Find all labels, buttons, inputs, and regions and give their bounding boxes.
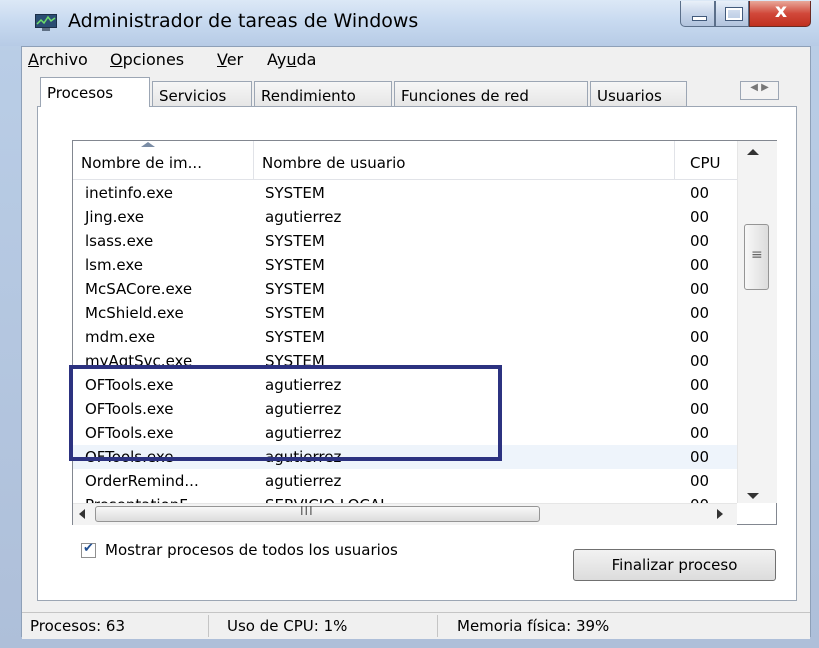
menu-label: Ayuda (267, 50, 317, 69)
cell-image-name: Jing.exe (85, 208, 144, 226)
tab-usuarios[interactable]: Usuarios (590, 81, 687, 106)
tab-rendimiento[interactable]: Rendimiento (254, 81, 392, 106)
cell-user-name: SYSTEM (265, 280, 325, 298)
tab-label: Funciones de red (401, 87, 529, 105)
table-row[interactable]: McSACore.exe SYSTEM 00 (73, 277, 737, 301)
vertical-scroll-thumb[interactable]: ≡ (744, 224, 769, 290)
status-memory: Memoria física: 39% (457, 617, 610, 635)
minimize-button[interactable] (680, 1, 715, 27)
cell-user-name: SYSTEM (265, 328, 325, 346)
column-header-image-name[interactable]: Nombre de im... (73, 141, 254, 179)
cell-user-name: SYSTEM (265, 256, 325, 274)
sort-ascending-icon (141, 142, 155, 147)
tab-label: Rendimiento (261, 87, 356, 105)
highlight-annotation-box (69, 365, 502, 461)
status-bar: Procesos: 63 Uso de CPU: 1% Memoria físi… (22, 612, 810, 639)
cell-cpu: 00 (690, 424, 710, 442)
status-processes: Procesos: 63 (30, 617, 125, 635)
cell-cpu: 00 (690, 256, 710, 274)
table-row[interactable]: lsass.exe SYSTEM 00 (73, 229, 737, 253)
status-separator (208, 615, 209, 637)
table-row[interactable]: OrderRemind... agutierrez 00 (73, 469, 737, 493)
cell-user-name: agutierrez (265, 472, 342, 490)
cell-cpu: 00 (690, 376, 710, 394)
menu-archivo[interactable]: Archivo (28, 50, 88, 69)
cell-image-name: McSACore.exe (85, 280, 193, 298)
tab-procesos[interactable]: Procesos (40, 77, 150, 107)
column-header-label: CPU (690, 154, 721, 172)
scroll-up-icon[interactable] (747, 149, 759, 155)
grip-icon: III (300, 504, 314, 518)
cell-cpu: 00 (690, 304, 710, 322)
table-row[interactable]: inetinfo.exe SYSTEM 00 (73, 181, 737, 205)
horizontal-scrollbar[interactable]: III (73, 503, 737, 525)
tab-scroll-left-icon[interactable]: ◀ (750, 82, 758, 93)
menu-ayuda[interactable]: Ayuda (267, 50, 316, 69)
cell-cpu: 00 (690, 208, 710, 226)
processes-panel: Nombre de im... Nombre de usuario CPU in… (37, 106, 797, 601)
cell-image-name: inetinfo.exe (85, 184, 174, 202)
maximize-button[interactable] (715, 1, 749, 27)
tab-label: Servicios (159, 87, 227, 105)
task-manager-icon (35, 14, 57, 31)
cell-user-name: SYSTEM (265, 232, 325, 250)
menu-ver[interactable]: Ver (217, 50, 243, 69)
column-header-user-name[interactable]: Nombre de usuario (254, 141, 675, 179)
cell-user-name: SYSTEM (265, 184, 325, 202)
close-button[interactable]: x (749, 0, 811, 27)
cell-cpu: 00 (690, 184, 710, 202)
column-header-label: Nombre de usuario (262, 154, 406, 172)
cell-cpu: 00 (690, 448, 710, 466)
cell-image-name: lsm.exe (85, 256, 143, 274)
cell-image-name: mdm.exe (85, 328, 156, 346)
process-list[interactable]: Nombre de im... Nombre de usuario CPU in… (72, 140, 777, 525)
cell-user-name: SYSTEM (265, 304, 325, 322)
vertical-scrollbar[interactable]: ≡ (737, 141, 777, 503)
scroll-down-icon[interactable] (747, 493, 759, 499)
tab-scroll-arrows[interactable]: ◀ ▶ (740, 81, 779, 100)
scroll-left-icon[interactable] (79, 509, 85, 519)
cell-cpu: 00 (690, 328, 710, 346)
cell-image-name: lsass.exe (85, 232, 154, 250)
menu-label: Ver (217, 50, 244, 69)
table-row[interactable]: McShield.exe SYSTEM 00 (73, 301, 737, 325)
show-all-users-label[interactable]: Mostrar procesos de todos los usuarios (105, 541, 398, 559)
tab-servicios[interactable]: Servicios (152, 81, 252, 106)
cell-cpu: 00 (690, 280, 710, 298)
scroll-right-icon[interactable] (717, 509, 723, 519)
list-header: Nombre de im... Nombre de usuario CPU (73, 141, 737, 180)
status-cpu: Uso de CPU: 1% (227, 617, 348, 635)
tab-funciones-de-red[interactable]: Funciones de red (394, 81, 588, 106)
tab-label: Usuarios (597, 87, 662, 105)
show-all-users-checkbox[interactable] (81, 541, 96, 558)
cell-image-name: OrderRemind... (85, 472, 199, 490)
table-row[interactable]: mdm.exe SYSTEM 00 (73, 325, 737, 349)
menu-bar: Archivo Opciones Ver Ayuda (22, 47, 810, 73)
tab-label: Procesos (47, 84, 114, 102)
end-process-button[interactable]: Finalizar proceso (573, 549, 776, 581)
client-area: Archivo Opciones Ver Ayuda Procesos Serv… (21, 46, 811, 639)
cell-cpu: 00 (690, 232, 710, 250)
close-icon: x (774, 0, 788, 22)
cell-user-name: agutierrez (265, 208, 342, 226)
menu-label: Opciones (110, 50, 185, 69)
tab-scroll-right-icon[interactable]: ▶ (761, 82, 769, 93)
cell-cpu: 00 (690, 400, 710, 418)
status-separator (437, 615, 438, 637)
cell-cpu: 00 (690, 352, 710, 370)
cell-cpu: 00 (690, 472, 710, 490)
column-header-cpu[interactable]: CPU (675, 141, 737, 179)
column-header-label: Nombre de im... (81, 154, 202, 172)
menu-opciones[interactable]: Opciones (110, 50, 184, 69)
grip-icon: ≡ (751, 247, 763, 263)
cell-image-name: McShield.exe (85, 304, 184, 322)
window-frame: Administrador de tareas de Windows x Arc… (0, 0, 819, 648)
table-row[interactable]: lsm.exe SYSTEM 00 (73, 253, 737, 277)
window-title: Administrador de tareas de Windows (68, 10, 419, 32)
menu-label: Archivo (28, 50, 88, 69)
horizontal-scroll-thumb[interactable]: III (95, 504, 540, 522)
table-row[interactable]: Jing.exe agutierrez 00 (73, 205, 737, 229)
